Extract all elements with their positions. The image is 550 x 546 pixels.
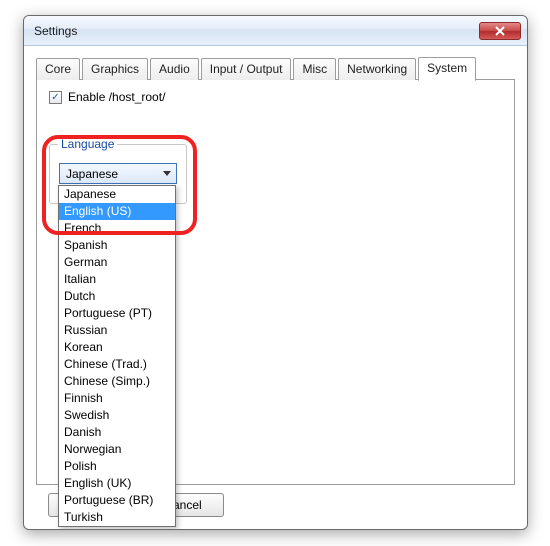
tab-panel-system: ✓ Enable /host_root/ Language Japanese J… bbox=[36, 79, 515, 485]
tab-networking[interactable]: Networking bbox=[338, 58, 416, 80]
enable-host-root-label: Enable /host_root/ bbox=[68, 90, 165, 104]
language-option[interactable]: Swedish bbox=[59, 407, 175, 424]
language-option[interactable]: Polish bbox=[59, 458, 175, 475]
language-option[interactable]: Chinese (Simp.) bbox=[59, 373, 175, 390]
settings-window: Settings Core Graphics Audio Input / Out… bbox=[23, 15, 528, 530]
language-option[interactable]: Norwegian bbox=[59, 441, 175, 458]
tab-system[interactable]: System bbox=[418, 57, 476, 81]
language-option[interactable]: Chinese (Trad.) bbox=[59, 356, 175, 373]
language-option[interactable]: Italian bbox=[59, 271, 175, 288]
language-option[interactable]: Finnish bbox=[59, 390, 175, 407]
chevron-down-icon bbox=[158, 164, 176, 183]
tab-audio[interactable]: Audio bbox=[150, 58, 199, 80]
language-option[interactable]: Turkish bbox=[59, 509, 175, 526]
tab-bar: Core Graphics Audio Input / Output Misc … bbox=[36, 56, 515, 80]
language-option[interactable]: Dutch bbox=[59, 288, 175, 305]
language-option[interactable]: French bbox=[59, 220, 175, 237]
language-option[interactable]: Korean bbox=[59, 339, 175, 356]
enable-host-root-checkbox[interactable]: ✓ bbox=[49, 91, 62, 104]
language-option[interactable]: German bbox=[59, 254, 175, 271]
tab-input-output[interactable]: Input / Output bbox=[201, 58, 292, 80]
enable-host-root-row: ✓ Enable /host_root/ bbox=[49, 90, 502, 104]
window-title: Settings bbox=[34, 24, 77, 38]
language-combobox[interactable]: Japanese bbox=[59, 163, 177, 184]
language-option[interactable]: Japanese bbox=[59, 186, 175, 203]
language-group-label: Language bbox=[58, 137, 117, 151]
language-option[interactable]: English (US) bbox=[59, 203, 175, 220]
language-option[interactable]: Spanish bbox=[59, 237, 175, 254]
language-dropdown[interactable]: JapaneseEnglish (US)FrenchSpanishGermanI… bbox=[58, 185, 176, 527]
tab-graphics[interactable]: Graphics bbox=[82, 58, 148, 80]
content-area: Core Graphics Audio Input / Output Misc … bbox=[24, 46, 527, 529]
titlebar: Settings bbox=[24, 16, 527, 46]
language-option[interactable]: Danish bbox=[59, 424, 175, 441]
language-option[interactable]: Portuguese (PT) bbox=[59, 305, 175, 322]
language-option[interactable]: Portuguese (BR) bbox=[59, 492, 175, 509]
close-button[interactable] bbox=[479, 22, 521, 40]
tab-core[interactable]: Core bbox=[36, 58, 80, 80]
language-option[interactable]: English (UK) bbox=[59, 475, 175, 492]
language-selected-value: Japanese bbox=[66, 167, 118, 181]
close-icon bbox=[495, 26, 505, 36]
tab-misc[interactable]: Misc bbox=[293, 58, 336, 80]
language-option[interactable]: Russian bbox=[59, 322, 175, 339]
